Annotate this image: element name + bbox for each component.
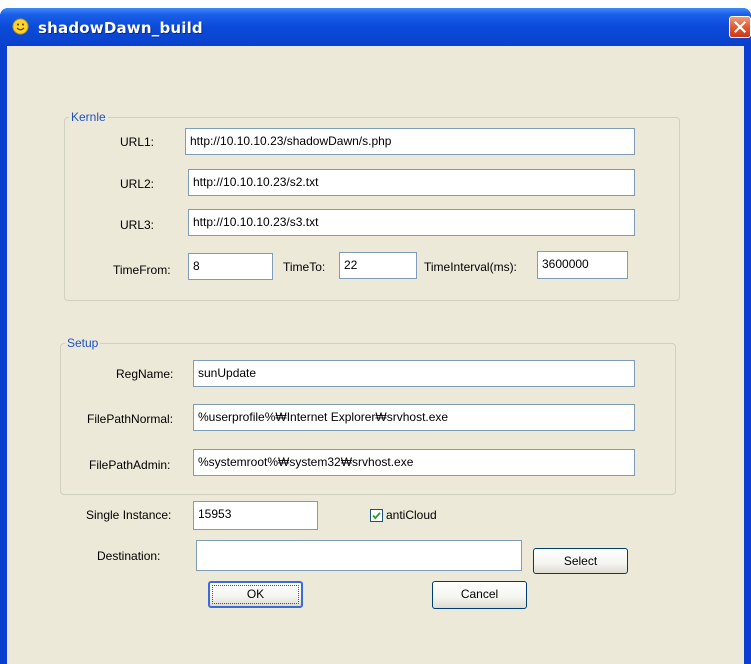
close-button[interactable] [729, 16, 751, 38]
timeto-label: TimeTo: [283, 260, 326, 274]
title-bar[interactable]: shadowDawn_build [0, 8, 751, 46]
dialog-window: shadowDawn_build Kernle URL1: http://10.… [0, 8, 751, 664]
kernle-group-legend: Kernle [69, 110, 108, 124]
filepath-normal-label: FilePathNormal: [87, 412, 174, 426]
regname-input[interactable]: sunUpdate [193, 360, 635, 387]
url2-label: URL2: [120, 177, 155, 191]
filepath-admin-label: FilePathAdmin: [89, 458, 171, 472]
single-instance-label: Single Instance: [86, 508, 172, 522]
anticloud-checkbox[interactable] [370, 509, 383, 522]
anticloud-label[interactable]: antiCloud [386, 508, 437, 522]
select-button[interactable]: Select [533, 548, 628, 574]
regname-label: RegName: [116, 367, 174, 381]
timefrom-label: TimeFrom: [113, 263, 171, 277]
ok-button-focus-rect [212, 585, 299, 604]
filepath-normal-input[interactable]: %userprofile%₩Internet Explorer₩srvhost.… [193, 404, 635, 431]
url1-label: URL1: [120, 135, 155, 149]
filepath-admin-input[interactable]: %systemroot%₩system32₩srvhost.exe [193, 449, 635, 476]
setup-group-legend: Setup [65, 336, 101, 350]
single-instance-input[interactable]: 15953 [193, 501, 318, 530]
destination-input[interactable] [196, 540, 522, 571]
url3-input[interactable]: http://10.10.10.23/s3.txt [188, 209, 635, 236]
destination-label: Destination: [97, 549, 161, 563]
url1-input[interactable]: http://10.10.10.23/shadowDawn/s.php [185, 128, 635, 155]
dialog-client-area: Kernle URL1: http://10.10.10.23/shadowDa… [7, 46, 744, 664]
window-title: shadowDawn_build [38, 19, 203, 37]
smiley-icon [12, 18, 29, 35]
timefrom-input[interactable]: 8 [188, 253, 273, 280]
timeto-input[interactable]: 22 [339, 252, 417, 279]
interval-input[interactable]: 3600000 [537, 251, 628, 279]
checkmark-icon [372, 512, 381, 520]
url3-label: URL3: [120, 218, 155, 232]
url2-input[interactable]: http://10.10.10.23/s2.txt [188, 169, 635, 196]
interval-label: TimeInterval(ms): [424, 260, 517, 274]
ok-button[interactable]: OK [208, 581, 303, 608]
cancel-button[interactable]: Cancel [432, 581, 527, 609]
close-icon [733, 20, 747, 34]
